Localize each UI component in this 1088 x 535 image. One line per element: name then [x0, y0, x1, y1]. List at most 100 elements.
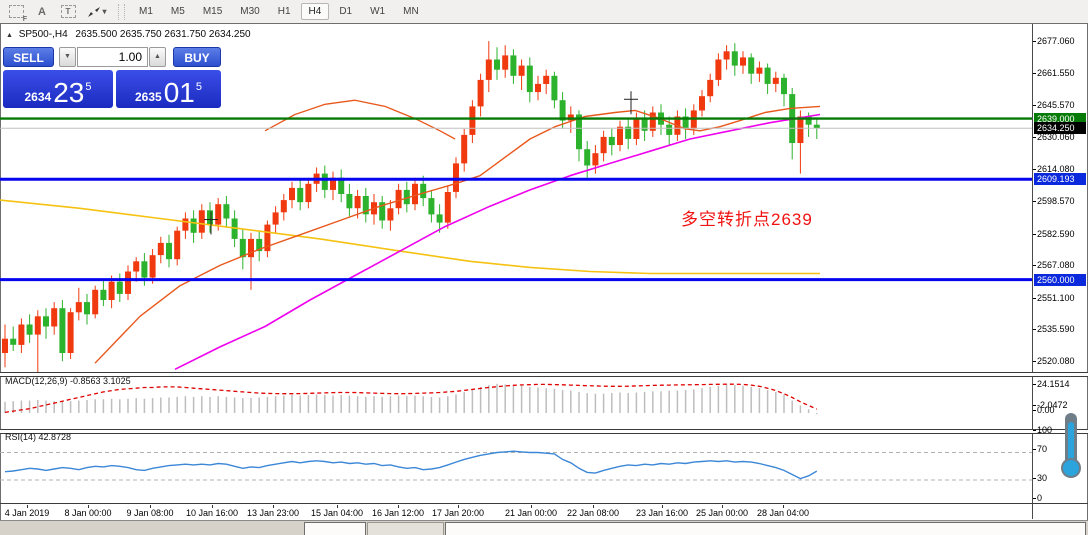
axis-tick: [1033, 430, 1036, 431]
toolbar-separator: [118, 4, 125, 20]
chart-ohlc: 2635.500 2635.750 2631.750 2634.250: [75, 29, 250, 40]
axis-tick: [1033, 234, 1036, 235]
thermometer-icon: [1058, 412, 1086, 482]
axis-tick: [1033, 384, 1036, 385]
timeframe-button-m15[interactable]: M15: [195, 3, 230, 20]
time-label: 21 Jan 00:00: [505, 508, 557, 518]
macd-label: MACD(12,26,9) -0.8563 3.1025: [5, 376, 131, 386]
time-label: 10 Jan 16:00: [186, 508, 238, 518]
rsi-axis-label: 70: [1037, 444, 1047, 454]
arrow-tool-icon[interactable]: A: [32, 4, 52, 20]
axis-tick: [1033, 329, 1036, 330]
time-label: 15 Jan 04:00: [311, 508, 363, 518]
price-tick-label: 2582.590: [1037, 229, 1075, 239]
time-label: 22 Jan 08:00: [567, 508, 619, 518]
time-label: 17 Jan 20:00: [432, 508, 484, 518]
time-label: 23 Jan 16:00: [636, 508, 688, 518]
chart-tab[interactable]: [367, 522, 444, 535]
volume-input[interactable]: [77, 47, 148, 67]
text-box-icon: T: [61, 5, 76, 18]
buy-price-small: 2635: [135, 89, 162, 105]
axis-tick: [1033, 105, 1036, 106]
buy-price-panel[interactable]: 2635 01 5: [116, 70, 221, 108]
time-label: 13 Jan 23:00: [247, 508, 299, 518]
rsi-axis-label: 0: [1037, 493, 1042, 503]
axis-tick: [1033, 361, 1036, 362]
panel-separator: [0, 503, 1088, 504]
price-tick-label: 2645.570: [1037, 100, 1075, 110]
trading-terminal: { "toolbar": { "icon_f": "F", "icon_a": …: [0, 0, 1088, 534]
dropdown-caret-icon: ▾: [102, 7, 106, 16]
axis-tick: [1033, 169, 1036, 170]
text-tool-icon[interactable]: T: [58, 4, 78, 20]
top-toolbar: F A T ▾ M1M5M15M30H1H4D1W1MN: [0, 0, 1088, 24]
time-axis[interactable]: 4 Jan 2019 8 Jan 00:00 9 Jan 08:00 10 Jan 1…: [0, 505, 1032, 520]
axis-tick: [1033, 201, 1036, 202]
price-badge-2609.193: 2609.193: [1034, 173, 1086, 185]
sell-price-sup: 5: [85, 81, 91, 93]
macd-axis-label: 0.00: [1037, 405, 1055, 415]
axis-tick: [1033, 405, 1036, 406]
chart-symbol: SP500-,H4: [19, 29, 68, 40]
axis-tick: [1033, 41, 1036, 42]
time-label: 28 Jan 04:00: [757, 508, 809, 518]
timeframe-button-mn[interactable]: MN: [395, 3, 427, 20]
chart-title: ▲ SP500-,H4 2635.500 2635.750 2631.750 2…: [6, 29, 251, 40]
rsi-panel[interactable]: [0, 432, 1032, 503]
timeframe-button-h4[interactable]: H4: [301, 3, 330, 20]
rsi-axis-label: 30: [1037, 473, 1047, 483]
price-tick-label: 2661.550: [1037, 68, 1075, 78]
axis-tick: [1033, 410, 1036, 411]
marquee-tool-icon[interactable]: F: [6, 4, 26, 20]
rsi-label: RSI(14) 42.8728: [5, 432, 71, 442]
dashed-box-icon: [9, 5, 24, 18]
rsi-axis-label: 100: [1037, 425, 1052, 435]
buy-price-big: 01: [164, 81, 195, 105]
one-click-trading-panel: SELL ▼ ▲ BUY 2634 23 5 2635 01 5: [3, 47, 221, 108]
timeframe-button-m30[interactable]: M30: [232, 3, 267, 20]
volume-increase-button[interactable]: ▲: [149, 47, 166, 67]
timeframe-button-m5[interactable]: M5: [163, 3, 193, 20]
macd-axis-label: 24.1514: [1037, 379, 1070, 389]
axis-tick: [1033, 478, 1036, 479]
collapse-trade-panel-icon[interactable]: ▲: [6, 32, 13, 39]
bottom-tab-strip: [0, 520, 1088, 535]
chart-annotation: 多空转折点2639: [681, 205, 813, 230]
price-tick-label: 2535.590: [1037, 324, 1075, 334]
volume-decrease-button[interactable]: ▼: [59, 47, 76, 67]
axis-tick: [1033, 449, 1036, 450]
axis-tick: [1033, 498, 1036, 499]
marquee-f-label: F: [23, 16, 27, 23]
axis-tick: [1033, 73, 1036, 74]
time-label: 9 Jan 08:00: [126, 508, 173, 518]
axis-tick: [1033, 298, 1036, 299]
price-tick-label: 2551.100: [1037, 293, 1075, 303]
price-tick-label: 2677.060: [1037, 36, 1075, 46]
price-tick-label: 2567.080: [1037, 260, 1075, 270]
sell-price-small: 2634: [25, 89, 52, 105]
sell-button[interactable]: SELL: [3, 47, 54, 67]
axis-tick: [1033, 265, 1036, 266]
timeframe-button-h1[interactable]: H1: [270, 3, 299, 20]
time-label: 8 Jan 00:00: [64, 508, 111, 518]
timeframe-button-m1[interactable]: M1: [131, 3, 161, 20]
price-badge-2634.250: 2634.250: [1034, 122, 1086, 134]
timeframe-button-w1[interactable]: W1: [362, 3, 393, 20]
buy-button[interactable]: BUY: [173, 47, 221, 67]
chart-tab[interactable]: [304, 522, 366, 535]
macd-panel[interactable]: [0, 376, 1032, 429]
time-label: 25 Jan 00:00: [696, 508, 748, 518]
shapes-tool-icon[interactable]: ▾: [84, 4, 110, 20]
price-tick-label: 2520.080: [1037, 356, 1075, 366]
chart-tab-area[interactable]: [445, 522, 1086, 535]
axis-tick: [1033, 137, 1036, 138]
timeframe-group: M1M5M15M30H1H4D1W1MN: [130, 3, 428, 20]
time-label: 4 Jan 2019: [5, 508, 50, 518]
sell-price-panel[interactable]: 2634 23 5: [3, 70, 113, 108]
price-badge-2560.000: 2560.000: [1034, 274, 1086, 286]
price-tick-label: 2598.570: [1037, 196, 1075, 206]
timeframe-button-d1[interactable]: D1: [331, 3, 360, 20]
buy-price-sup: 5: [196, 81, 202, 93]
sell-price-big: 23: [53, 81, 84, 105]
arrows-glyph-icon: [87, 6, 101, 18]
